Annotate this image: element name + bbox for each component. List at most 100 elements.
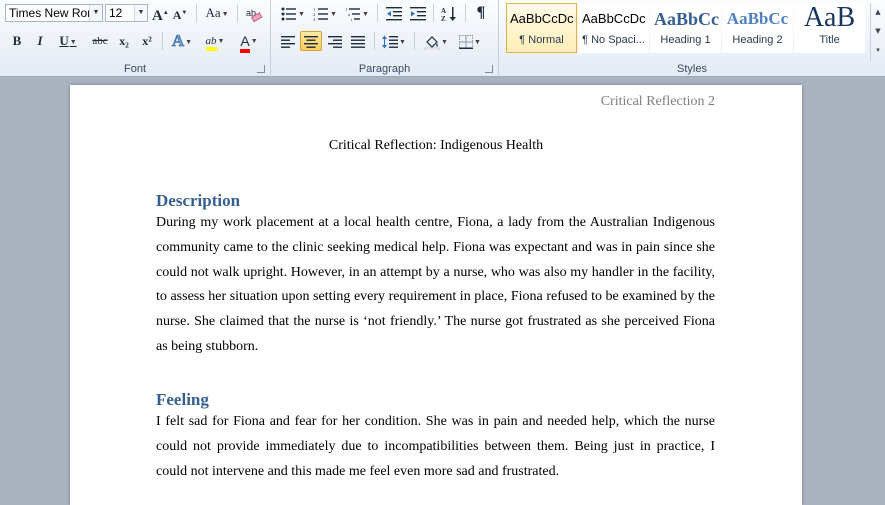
style-name: Heading 1 (660, 34, 711, 46)
align-right-button[interactable] (325, 31, 345, 51)
align-center-icon (304, 36, 318, 48)
style-preview: AaBbCcDc (582, 11, 646, 26)
increase-indent-icon (410, 7, 426, 21)
superscript-button[interactable]: x² (138, 31, 156, 51)
section-heading-description: Description (156, 191, 241, 210)
grow-font-icon: A (152, 8, 163, 24)
clear-formatting-button[interactable]: ab (244, 3, 264, 23)
style-preview: AaBbCc (654, 9, 720, 29)
text-effects-icon: A (171, 31, 185, 51)
paragraph-group-label: Paragraph (358, 63, 411, 75)
text-effects-button[interactable]: A▼ (168, 31, 196, 51)
style-preview: AaBbCcDc (510, 11, 574, 26)
svg-text:A: A (441, 7, 446, 15)
separator (465, 4, 466, 22)
change-case-icon: Aa (205, 5, 221, 20)
align-right-icon (328, 36, 342, 48)
font-color-button[interactable]: A▼ (234, 31, 264, 53)
scroll-up-icon[interactable]: ▲ (871, 3, 885, 22)
style-heading-1[interactable]: AaBbCc Heading 1 (650, 3, 721, 53)
borders-button[interactable]: ▼ (455, 31, 485, 51)
document-title: Critical Reflection: Indigenous Health (328, 138, 544, 153)
font-name-combo[interactable]: Times New Rom ▼ (5, 4, 103, 22)
paragraph-dialog-launcher-icon[interactable] (485, 65, 493, 73)
font-name-value: Times New Rom (9, 6, 98, 20)
style-name: ¶ Normal (519, 34, 564, 46)
subscript-icon: x₂ (119, 34, 129, 48)
decrease-indent-button[interactable] (384, 3, 404, 23)
font-color-icon: A (240, 33, 250, 53)
subscript-button[interactable]: x₂ (115, 31, 133, 51)
strikethrough-icon: abc (92, 35, 108, 47)
font-size-dropdown-icon[interactable]: ▼ (134, 5, 147, 21)
font-group: Times New Rom ▼ 12 ▼ A▲ A▼ Aa▼ ab B I U▼… (0, 0, 271, 77)
strikethrough-button[interactable]: abc (89, 31, 111, 51)
sort-button[interactable]: A Z (439, 3, 459, 23)
borders-icon (459, 35, 474, 50)
style-normal[interactable]: AaBbCcDc ¶ Normal (506, 3, 577, 53)
highlight-button[interactable]: ab▼ (200, 31, 230, 51)
section-heading-feeling: Feeling (156, 390, 209, 409)
multilevel-list-button[interactable]: 1 a i ▼ (343, 3, 371, 23)
grow-font-button[interactable]: A▲ (152, 3, 169, 24)
bold-button[interactable]: B (8, 31, 26, 51)
bullets-button[interactable]: ▼ (279, 3, 307, 23)
line-spacing-button[interactable]: ▼ (380, 31, 408, 51)
page-header: Critical Reflection 2 (600, 94, 715, 109)
styles-group: AaBbCcDc ¶ Normal AaBbCcDc ¶ No Spaci...… (499, 0, 885, 77)
shading-button[interactable]: ▼ (421, 31, 451, 51)
bold-icon: B (12, 33, 22, 48)
font-group-label: Font (123, 63, 146, 75)
sort-icon: A Z (441, 7, 456, 23)
italic-button[interactable]: I (31, 31, 49, 51)
style-title[interactable]: AaB Title (794, 3, 865, 53)
change-case-button[interactable]: Aa▼ (203, 3, 231, 23)
scroll-down-icon[interactable]: ▼ (871, 22, 885, 41)
font-dialog-launcher-icon[interactable] (257, 65, 265, 73)
font-name-dropdown-icon[interactable]: ▼ (89, 5, 102, 21)
ribbon: Times New Rom ▼ 12 ▼ A▲ A▼ Aa▼ ab B I U▼… (0, 0, 885, 77)
font-size-value: 12 (109, 6, 123, 20)
separator (237, 4, 238, 22)
numbering-icon: 1 2 3 (313, 7, 329, 22)
show-formatting-marks-button[interactable]: ¶ (471, 3, 491, 23)
svg-text:Z: Z (441, 15, 446, 22)
underline-button[interactable]: U▼ (55, 31, 81, 51)
clear-formatting-icon: ab (246, 8, 263, 23)
numbering-button[interactable]: 1 2 3 ▼ (311, 3, 339, 23)
decrease-indent-icon (386, 7, 402, 21)
style-no-spacing[interactable]: AaBbCcDc ¶ No Spaci... (578, 3, 649, 53)
paragraph-group: ▼ 1 2 3 ▼ 1 a i ▼ A Z ¶ ▼ ▼ ▼ Paragraph (271, 0, 499, 77)
style-name: ¶ No Spaci... (582, 34, 645, 46)
more-styles-icon[interactable]: ▾ (871, 41, 885, 60)
multilevel-list-icon: 1 a i (345, 7, 361, 22)
highlight-icon: ab (205, 35, 217, 51)
align-center-button[interactable] (300, 31, 322, 51)
svg-text:3: 3 (313, 17, 316, 21)
shading-icon (424, 36, 440, 51)
align-left-icon (281, 36, 295, 48)
increase-indent-button[interactable] (408, 3, 428, 23)
justify-button[interactable] (348, 31, 368, 51)
align-left-button[interactable] (278, 31, 298, 51)
pilcrow-icon: ¶ (476, 4, 486, 21)
section-body-feeling: I felt sad for Fiona and fear for her co… (156, 414, 715, 479)
underline-icon: U (59, 33, 69, 48)
style-name: Heading 2 (732, 34, 783, 46)
styles-group-label: Styles (677, 63, 707, 75)
svg-text:i: i (351, 17, 353, 21)
svg-text:a: a (348, 12, 350, 17)
line-spacing-icon (382, 35, 399, 49)
font-size-combo[interactable]: 12 ▼ (105, 4, 148, 22)
separator (414, 32, 415, 50)
style-preview: AaBbCc (726, 9, 789, 28)
shrink-font-button[interactable]: A▼ (172, 3, 188, 23)
separator (162, 32, 163, 50)
style-heading-2[interactable]: AaBbCc Heading 2 (722, 3, 793, 53)
document-page[interactable]: Critical Reflection 2 Critical Reflectio… (70, 85, 802, 505)
separator (433, 4, 434, 22)
styles-gallery-scroll: ▲ ▼ ▾ (870, 3, 885, 61)
style-name: Title (819, 34, 840, 46)
separator (374, 32, 375, 50)
superscript-icon: x² (142, 34, 152, 48)
